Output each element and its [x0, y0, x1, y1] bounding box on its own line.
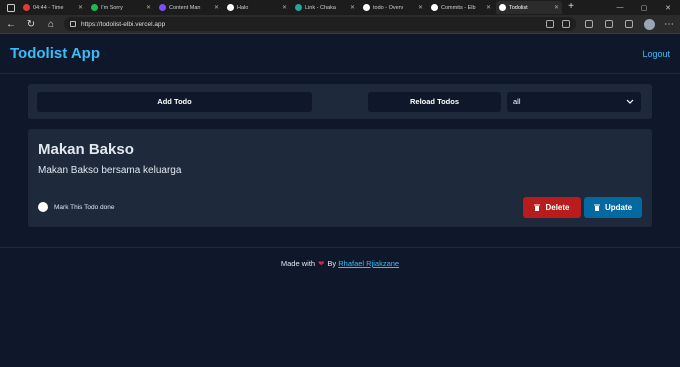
browser-tab-bar: 04:44 - Time ✕ I'm Sorry ✕ Content Man ✕ Halo ✕…: [0, 0, 680, 15]
update-label: Update: [604, 203, 633, 212]
tab-title: I'm Sorry: [101, 4, 123, 11]
author-link[interactable]: Rhafael Rjiakzane: [338, 259, 399, 268]
todo-card: Makan Bakso Makan Bakso bersama keluarga…: [28, 129, 652, 227]
url-field[interactable]: https://todolist-elbi.vercel.app: [64, 17, 576, 31]
favorites-icon[interactable]: [602, 17, 616, 31]
mark-done-control[interactable]: Mark This Todo done: [38, 202, 114, 212]
filter-select-value: all: [513, 97, 521, 106]
address-bar-row: ← ↻ ⌂ https://todolist-elbi.vercel.app ⋯: [0, 15, 680, 34]
tab-title: Todolist: [509, 4, 528, 11]
heart-icon: ❤: [318, 259, 325, 268]
maximize-icon[interactable]: ▢: [632, 4, 656, 12]
tab-actions-icon[interactable]: [4, 2, 18, 14]
tab-favicon-icon: [295, 4, 302, 11]
todo-title: Makan Bakso: [38, 141, 134, 158]
tab-close-icon[interactable]: ✕: [486, 4, 491, 11]
split-screen-icon[interactable]: [582, 17, 596, 31]
browser-tab[interactable]: Todolist ✕: [496, 1, 562, 14]
lock-icon: [70, 21, 76, 27]
tab-close-icon[interactable]: ✕: [78, 4, 83, 11]
collections-icon[interactable]: [622, 17, 636, 31]
footer-made-with: Made with: [280, 259, 316, 268]
tab-favicon-icon: [23, 4, 30, 11]
chevron-down-icon: [626, 99, 634, 104]
browser-tab[interactable]: Link - Chaka ✕: [292, 1, 358, 14]
tab-list: 04:44 - Time ✕ I'm Sorry ✕ Content Man ✕ Halo ✕…: [20, 1, 562, 14]
tab-close-icon[interactable]: ✕: [554, 4, 559, 11]
browser-tab[interactable]: Content Man ✕: [156, 1, 222, 14]
favorite-star-icon[interactable]: [562, 20, 570, 28]
more-menu-icon[interactable]: ⋯: [662, 17, 676, 31]
app-header: Todolist App Logout: [0, 34, 680, 74]
minimize-icon[interactable]: —: [608, 4, 632, 12]
todo-description: Makan Bakso bersama keluarga: [38, 165, 182, 176]
tab-close-icon[interactable]: ✕: [418, 4, 423, 11]
trash-icon: [534, 204, 541, 211]
delete-button[interactable]: Delete: [523, 197, 581, 218]
reload-todos-button[interactable]: Reload Todos: [368, 91, 501, 112]
browser-tab[interactable]: Commits - Elb ✕: [428, 1, 494, 14]
tab-title: Content Man: [169, 4, 201, 11]
tab-title: Commits - Elb: [441, 4, 476, 11]
tab-favicon-icon: [431, 4, 438, 11]
logout-link[interactable]: Logout: [642, 49, 670, 59]
tab-favicon-icon: [363, 4, 370, 11]
delete-label: Delete: [545, 203, 570, 212]
tab-favicon-icon: [159, 4, 166, 11]
refresh-icon[interactable]: ↻: [24, 17, 38, 31]
filter-select[interactable]: all: [507, 91, 641, 112]
url-text: https://todolist-elbi.vercel.app: [81, 20, 166, 28]
tab-close-icon[interactable]: ✕: [146, 4, 151, 11]
tab-close-icon[interactable]: ✕: [214, 4, 219, 11]
browser-tab[interactable]: Halo ✕: [224, 1, 290, 14]
browser-tab[interactable]: I'm Sorry ✕: [88, 1, 154, 14]
tab-favicon-icon: [499, 4, 506, 11]
update-button[interactable]: Update: [584, 197, 642, 218]
tab-title: 04:44 - Time: [33, 4, 64, 11]
home-icon[interactable]: ⌂: [44, 17, 58, 31]
close-window-icon[interactable]: ✕: [656, 4, 680, 12]
tab-close-icon[interactable]: ✕: [282, 4, 287, 11]
tab-title: Halo: [237, 4, 249, 11]
trash-icon: [593, 204, 600, 211]
browser-tab[interactable]: todo - Overv ✕: [360, 1, 426, 14]
new-tab-button[interactable]: +: [564, 1, 578, 14]
add-todo-button[interactable]: Add Todo: [37, 91, 312, 112]
tab-favicon-icon: [227, 4, 234, 11]
tab-title: Link - Chaka: [305, 4, 336, 11]
todo-toolbar: Add Todo Reload Todos all: [28, 84, 652, 119]
footer: Made with ❤ By Rhafael Rjiakzane: [0, 259, 680, 268]
tab-title: todo - Overv: [373, 4, 404, 11]
browser-tab[interactable]: 04:44 - Time ✕: [20, 1, 86, 14]
window-controls: — ▢ ✕: [608, 4, 680, 12]
profile-avatar[interactable]: [642, 17, 656, 31]
app-title: Todolist App: [10, 45, 100, 62]
tab-close-icon[interactable]: ✕: [350, 4, 355, 11]
mark-done-radio[interactable]: [38, 202, 48, 212]
back-icon[interactable]: ←: [4, 17, 18, 31]
footer-by: By: [327, 259, 337, 268]
read-aloud-icon[interactable]: [546, 20, 554, 28]
tab-favicon-icon: [91, 4, 98, 11]
footer-divider: [0, 247, 680, 248]
mark-done-label: Mark This Todo done: [54, 203, 115, 211]
